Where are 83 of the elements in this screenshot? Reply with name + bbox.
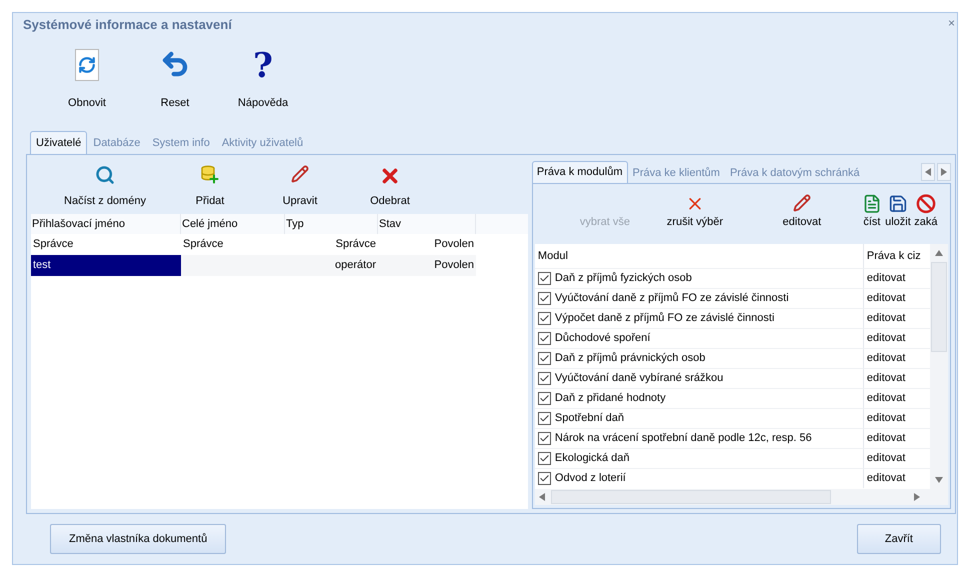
vertical-scrollbar[interactable] <box>930 244 948 489</box>
toolbar-button[interactable]: Načíst z domény <box>45 165 165 209</box>
checkbox[interactable] <box>538 292 551 305</box>
table-cell: test <box>31 255 181 276</box>
down-arrow-icon[interactable] <box>935 477 943 483</box>
module-name: Daň z příjmů fyzických osob <box>554 271 692 286</box>
column-header: Práva k ciz <box>866 249 922 264</box>
toolbar-button[interactable]: ? Nápověda <box>219 49 307 111</box>
checkbox[interactable] <box>538 272 551 285</box>
toolbar-button[interactable]: Přidat <box>165 165 255 209</box>
module-name: Vyúčtování daně vybírané srážkou <box>554 371 724 386</box>
table-cell-text: editovat <box>866 471 906 486</box>
table-cell-text: editovat <box>866 311 906 326</box>
checkbox[interactable] <box>538 432 551 445</box>
tab[interactable]: Práva k modulům <box>532 161 628 183</box>
window-title: Systémové informace a nastavení <box>23 16 232 34</box>
table-cell-text: editovat <box>866 391 906 406</box>
database-add-icon <box>200 165 220 185</box>
column-header: Modul <box>534 244 864 268</box>
tab[interactable]: Uživatelé <box>30 131 88 154</box>
checkbox[interactable] <box>538 452 551 465</box>
table-cell-text: operátor <box>334 258 377 273</box>
help-icon: ? <box>253 49 273 83</box>
checkbox[interactable] <box>538 472 551 485</box>
forbid-icon <box>916 194 936 214</box>
right-arrow-icon[interactable] <box>914 493 920 501</box>
module-name: Spotřební daň <box>554 411 624 426</box>
tab-scroll-left-button[interactable] <box>921 163 935 181</box>
refresh-document-icon <box>75 49 99 81</box>
table-cell-text: editovat <box>866 431 906 446</box>
module-name: Výpočet daně z příjmů FO ze závislé činnosti <box>554 311 774 326</box>
table-cell-text: editovat <box>866 271 906 286</box>
toolbar-button[interactable]: uložit <box>882 194 913 230</box>
table-cell-text: Povolen <box>433 237 475 252</box>
search-icon <box>95 165 115 185</box>
table-cell-text: editovat <box>866 411 906 426</box>
toolbar-button[interactable]: Obnovit <box>43 49 131 111</box>
table-cell-text: editovat <box>866 451 906 466</box>
save-icon <box>888 194 908 214</box>
table-cell-text: editovat <box>866 351 906 366</box>
module-name: Nárok na vrácení spotřební daně podle 12c, resp. 56 <box>554 431 812 446</box>
toolbar-button[interactable]: zrušit výběr <box>644 194 745 230</box>
module-name: Odvod z loterií <box>554 471 626 486</box>
module-name: Daň z příjmů právnických osob <box>554 351 706 366</box>
toolbar-button[interactable]: číst <box>860 194 883 230</box>
checkbox[interactable] <box>538 372 551 385</box>
table-cell-text: Správce <box>32 237 74 252</box>
right-arrow-icon[interactable] <box>941 168 947 176</box>
module-name: Ekologická daň <box>554 451 630 466</box>
checkbox[interactable] <box>538 312 551 325</box>
scrollbar-thumb[interactable] <box>931 262 947 352</box>
toolbar-button[interactable]: zaká <box>912 194 939 230</box>
checkbox[interactable] <box>538 352 551 365</box>
pencil-icon <box>291 165 309 183</box>
list-icon <box>862 194 882 214</box>
pencil-icon <box>792 194 811 212</box>
table-cell-text: Správce <box>182 237 224 252</box>
checkbox[interactable] <box>538 332 551 345</box>
up-arrow-icon[interactable] <box>935 250 943 256</box>
close-dialog-button[interactable]: Zavřít <box>856 524 941 554</box>
table-row[interactable]: test operátor Povolen <box>31 255 476 276</box>
toolbar-button[interactable]: Upravit <box>255 165 345 209</box>
change-owner-button[interactable]: Změna vlastníka dokumentů <box>50 524 226 554</box>
close-button[interactable]: × <box>948 13 955 33</box>
checkbox[interactable] <box>538 392 551 405</box>
toolbar-button[interactable]: Odebrat <box>345 165 435 209</box>
toolbar-button[interactable]: editovat <box>744 194 859 230</box>
module-name: Vyúčtování daně z příjmů FO ze závislé činnosti <box>554 291 789 306</box>
left-arrow-icon[interactable] <box>538 493 545 501</box>
undo-icon <box>160 49 190 79</box>
toolbar-button[interactable]: Reset <box>131 49 219 111</box>
module-name: Daň z přidané hodnoty <box>554 391 666 406</box>
table-cell-text: editovat <box>866 331 906 346</box>
table-cell-text: editovat <box>866 371 906 386</box>
horizontal-scrollbar[interactable] <box>534 489 948 505</box>
scrollbar-thumb[interactable] <box>550 490 831 504</box>
checkbox[interactable] <box>538 412 551 425</box>
table-cell-text: editovat <box>866 291 906 306</box>
table-cell-text: Správce <box>334 237 377 252</box>
tab-scroll-right-button[interactable] <box>937 163 951 181</box>
left-arrow-icon[interactable] <box>925 168 931 176</box>
table-cell-text: Povolen <box>433 258 475 273</box>
module-name: Důchodové spoření <box>554 331 650 346</box>
